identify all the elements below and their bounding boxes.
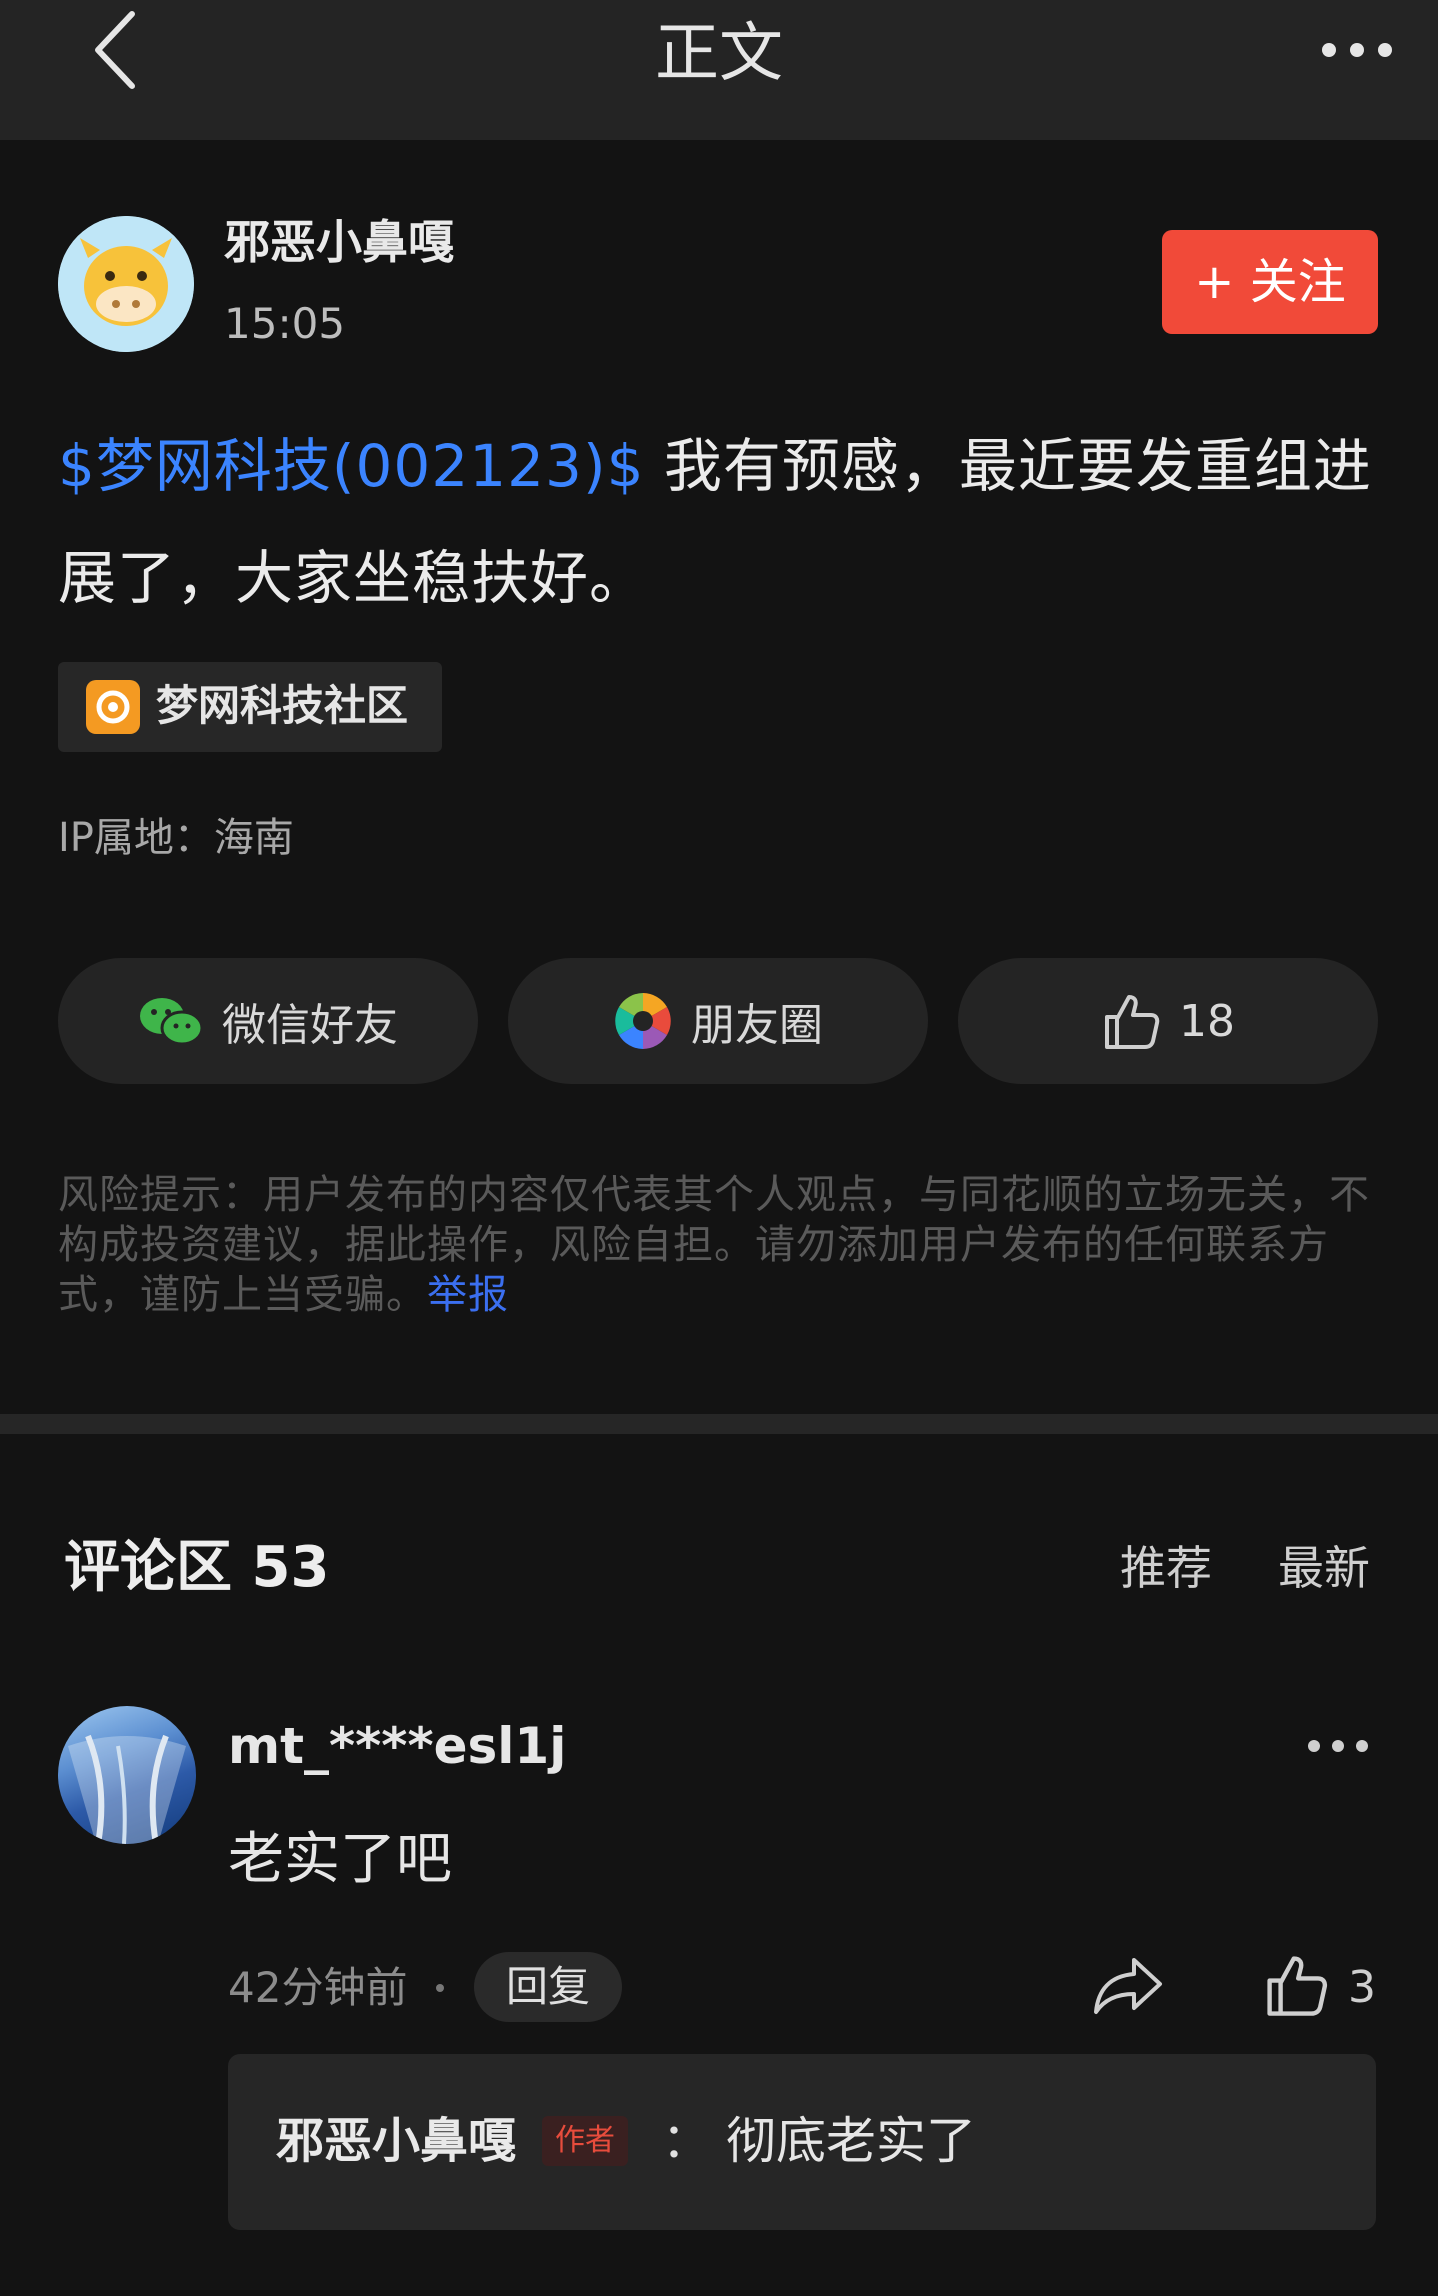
- reply-button[interactable]: 回复: [474, 1952, 622, 2022]
- share-moments-label: 朋友圈: [691, 1000, 823, 1051]
- author-badge: 作者: [542, 2116, 628, 2166]
- share-moments-button[interactable]: 朋友圈: [508, 958, 928, 1084]
- more-dots-icon[interactable]: [1318, 38, 1398, 62]
- comment-like-count: 3: [1348, 1962, 1376, 2013]
- share-wechat-button[interactable]: 微信好友: [58, 958, 478, 1084]
- ip-location: IP属地：海南: [58, 815, 294, 861]
- community-chip[interactable]: 梦网科技社区: [58, 662, 442, 752]
- stock-tag-link[interactable]: $梦网科技(002123)$: [58, 432, 644, 500]
- reply-colon: ：: [662, 2113, 711, 2169]
- comments-title: 评论区 53: [64, 1535, 330, 1600]
- comment-more-icon[interactable]: [1308, 1734, 1368, 1758]
- reply-text: 彻底老实了: [726, 2112, 976, 2170]
- post-content: $梦网科技(002123)$ 我有预感，最近要发重组进展了，大家坐稳扶好。: [58, 410, 1388, 634]
- sort-latest-tab[interactable]: 最新: [1278, 1536, 1370, 1600]
- like-button[interactable]: 18: [958, 958, 1378, 1084]
- commenter-name[interactable]: mt_****esl1j: [228, 1712, 566, 1780]
- community-label: 梦网科技社区: [156, 681, 409, 730]
- page-title: 正文: [655, 17, 783, 91]
- moments-icon: [615, 993, 671, 1049]
- sort-recommend-tab[interactable]: 推荐: [1120, 1536, 1212, 1600]
- risk-text: 风险提示：用户发布的内容仅代表其个人观点，与同花顺的立场无关，不构成投资建议，据…: [58, 1172, 1370, 1318]
- separator-dot: [436, 1984, 444, 1992]
- risk-notice: 风险提示：用户发布的内容仅代表其个人观点，与同花顺的立场无关，不构成投资建议，据…: [58, 1170, 1384, 1320]
- community-icon: [86, 680, 140, 734]
- share-icon[interactable]: [1092, 1952, 1164, 2018]
- section-divider: [0, 1414, 1438, 1434]
- comment-time: 42分钟前: [228, 1963, 408, 2012]
- wechat-icon: [140, 998, 204, 1046]
- post-time: 15:05: [224, 299, 346, 348]
- thumbs-up-icon: [1105, 995, 1160, 1049]
- reply-author[interactable]: 邪恶小鼻嘎: [276, 2106, 516, 2176]
- follow-button[interactable]: + 关注: [1162, 230, 1378, 334]
- share-wechat-label: 微信好友: [222, 1000, 398, 1051]
- nested-reply[interactable]: 邪恶小鼻嘎 作者 ： 彻底老实了: [228, 2054, 1376, 2230]
- report-link[interactable]: 举报: [427, 1272, 509, 1318]
- author-avatar[interactable]: [58, 216, 194, 352]
- author-name[interactable]: 邪恶小鼻嘎: [224, 212, 454, 272]
- commenter-avatar[interactable]: [58, 1706, 196, 1844]
- comment-like-icon[interactable]: [1262, 1952, 1330, 2018]
- like-count: 18: [1179, 995, 1235, 1047]
- comment-text: 老实了吧: [228, 1827, 452, 1892]
